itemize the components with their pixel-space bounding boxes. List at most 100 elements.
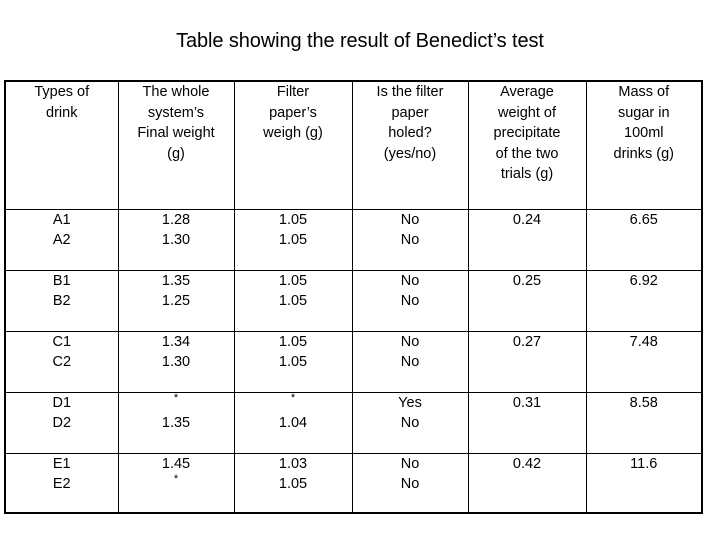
column-header-sugar-mass: Mass of sugar in 100ml drinks (g) [585, 80, 703, 210]
final-weight-values: * 1.35 [119, 392, 234, 434]
drink-type-values: A1 A2 [6, 210, 118, 251]
cell-final-weight: 1.45 * [117, 452, 235, 514]
final-weight-value: * [119, 392, 234, 414]
column-header-line: (yes/no) [383, 145, 437, 162]
filter-paper-weight-value: 1.05 [278, 211, 308, 228]
column-header-line: weight of [497, 104, 557, 121]
column-header-line: paper’s [269, 104, 317, 121]
page-title: Table showing the result of Benedict’s t… [176, 30, 544, 52]
cell-drink-type: E1 E2 [4, 452, 119, 514]
final-weight-value: 1.35 [161, 272, 191, 289]
final-weight-values: 1.28 1.30 [119, 210, 234, 251]
cell-drink-type: C1 C2 [4, 330, 119, 393]
filter-paper-holed-values: Yes No [353, 393, 468, 434]
filter-paper-holed-values: No No [353, 332, 468, 373]
cell-filter-paper-holed: No No [351, 330, 469, 393]
filter-paper-holed-value: Yes [398, 394, 422, 411]
filter-paper-weight-value: * [235, 391, 352, 414]
drink-type-value: E1 [52, 455, 71, 472]
cell-sugar-mass: 6.92 [585, 269, 703, 332]
filter-paper-weight-value: 1.03 [278, 455, 308, 472]
table-row: E1 E2 1.45 * 1.03 1.05 No No 0.42 11.6 [4, 452, 703, 514]
column-header-line: Filter [276, 84, 310, 100]
column-header-final-weight: The whole system’s Final weight (g) [117, 80, 235, 210]
filter-paper-weight-value: 1.05 [278, 476, 308, 492]
table-row: B1 B2 1.35 1.25 1.05 1.05 No No 0.25 6.92 [4, 269, 703, 332]
cell-sugar-mass: 8.58 [585, 391, 703, 454]
final-weight-value: * [119, 474, 234, 495]
filter-paper-holed-values: No No [353, 210, 468, 251]
cell-final-weight: 1.34 1.30 [117, 330, 235, 393]
column-header-line: Is the filter [376, 84, 444, 100]
cell-final-weight: 1.28 1.30 [117, 208, 235, 271]
filter-paper-weight-values: 1.05 1.05 [235, 271, 352, 312]
sugar-mass-value: 6.92 [629, 272, 658, 289]
average-precipitate-value: 0.42 [512, 455, 542, 472]
filter-paper-holed-value: No [400, 333, 420, 350]
sugar-mass-values: 11.6 [587, 454, 702, 475]
cell-filter-paper-holed: No No [351, 452, 469, 514]
sugar-mass-values: 6.92 [587, 271, 702, 292]
benedicts-test-table: Types of drink The whole system’s Final wei… [4, 80, 703, 514]
sugar-mass-value: 11.6 [630, 455, 658, 472]
cell-filter-paper-holed: No No [351, 269, 469, 332]
final-weight-values: 1.45 * [119, 454, 234, 495]
column-header-text: Filter paper’s weigh (g) [235, 82, 352, 144]
slide-canvas: Table showing the result of Benedict’s t… [0, 0, 720, 540]
average-precipitate-values: 0.27 [469, 332, 586, 353]
filter-paper-holed-values: No No [353, 271, 468, 312]
filter-paper-holed-value: No [400, 232, 420, 248]
drink-type-value: B2 [52, 293, 71, 309]
table-row: A1 A2 1.28 1.30 1.05 1.05 No No 0.24 6.65 [4, 208, 703, 271]
cell-drink-type: D1 D2 [4, 391, 119, 454]
asterisk-marker: * [173, 473, 179, 486]
drink-type-value: C2 [52, 354, 72, 370]
final-weight-values: 1.35 1.25 [119, 271, 234, 312]
final-weight-value: 1.30 [161, 232, 191, 248]
filter-paper-weight-values: * 1.04 [235, 391, 352, 434]
filter-paper-weight-values: 1.05 1.05 [235, 210, 352, 251]
filter-paper-weight-values: 1.05 1.05 [235, 332, 352, 373]
filter-paper-weight-values: 1.03 1.05 [235, 454, 352, 495]
filter-paper-holed-value: No [400, 455, 420, 472]
filter-paper-weight-value: 1.05 [278, 333, 308, 350]
cell-filter-paper-holed: Yes No [351, 391, 469, 454]
filter-paper-holed-value: No [400, 354, 420, 370]
results-table-container: Types of drink The whole system’s Final wei… [4, 80, 703, 514]
column-header-text: The whole system’s Final weight (g) [119, 82, 234, 164]
drink-type-value: D2 [52, 415, 72, 431]
cell-average-precipitate: 0.31 [467, 391, 587, 454]
final-weight-value: 1.34 [161, 333, 191, 350]
drink-type-values: D1 D2 [6, 393, 118, 434]
drink-type-values: B1 B2 [6, 271, 118, 312]
column-header-line: weigh (g) [263, 125, 323, 141]
sugar-mass-values: 7.48 [587, 332, 702, 353]
drink-type-value: A1 [52, 211, 71, 228]
cell-filter-paper-weight: * 1.04 [233, 391, 353, 454]
column-header-filter-paper-holed: Is the filter paper holed? (yes/no) [351, 80, 469, 210]
final-weight-values: 1.34 1.30 [119, 332, 234, 373]
cell-filter-paper-weight: 1.03 1.05 [233, 452, 353, 514]
table-row: C1 C2 1.34 1.30 1.05 1.05 No No 0.27 7.48 [4, 330, 703, 393]
filter-paper-holed-value: No [400, 211, 420, 228]
average-precipitate-value: 0.27 [512, 333, 542, 350]
cell-average-precipitate: 0.42 [467, 452, 587, 514]
average-precipitate-value: 0.24 [512, 211, 542, 228]
cell-drink-type: A1 A2 [4, 208, 119, 271]
column-header-line: precipitate [493, 125, 561, 141]
cell-sugar-mass: 7.48 [585, 330, 703, 393]
asterisk-marker: * [290, 391, 296, 404]
drink-type-value: A2 [52, 232, 71, 248]
table-header: Types of drink The whole system’s Final wei… [4, 80, 703, 210]
drink-type-value: E2 [52, 476, 71, 492]
final-weight-value: 1.35 [161, 415, 191, 431]
filter-paper-holed-value: No [400, 293, 420, 309]
final-weight-value: 1.30 [161, 354, 191, 370]
sugar-mass-value: 8.58 [629, 394, 658, 411]
filter-paper-weight-value: 1.05 [278, 232, 308, 248]
column-header-line: Mass of [618, 84, 670, 100]
cell-filter-paper-weight: 1.05 1.05 [233, 208, 353, 271]
cell-average-precipitate: 0.27 [467, 330, 587, 393]
filter-paper-holed-value: No [400, 415, 420, 431]
column-header-filter-paper-weight: Filter paper’s weigh (g) [233, 80, 353, 210]
